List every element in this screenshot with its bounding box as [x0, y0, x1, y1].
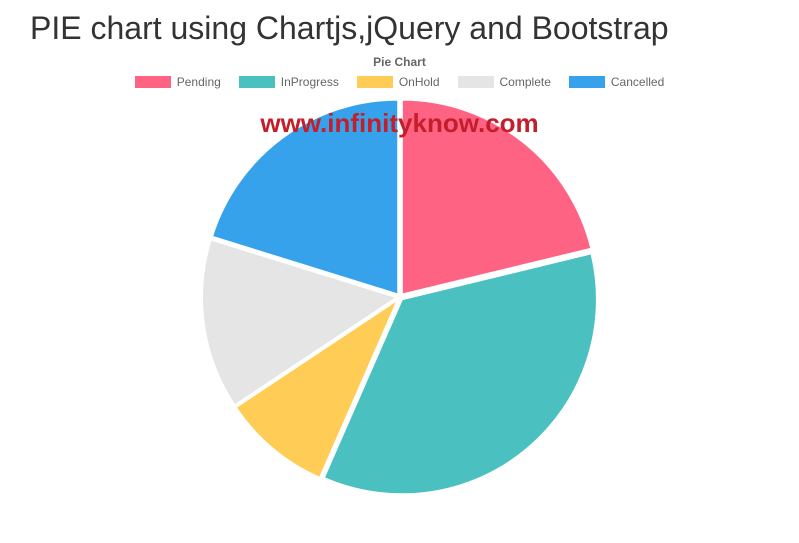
legend-swatch: [239, 76, 275, 88]
pie-chart: [200, 97, 600, 497]
legend-item-onhold[interactable]: OnHold: [357, 75, 440, 89]
chart-container: [0, 97, 799, 497]
legend-label: OnHold: [399, 75, 440, 89]
legend-label: InProgress: [281, 75, 339, 89]
legend-label: Pending: [177, 75, 221, 89]
legend-label: Cancelled: [611, 75, 664, 89]
legend-label: Complete: [500, 75, 551, 89]
legend-item-complete[interactable]: Complete: [458, 75, 551, 89]
watermark-text: www.infinityknow.com: [260, 108, 538, 139]
legend-item-pending[interactable]: Pending: [135, 75, 221, 89]
legend-swatch: [135, 76, 171, 88]
page-title: PIE chart using Chartjs,jQuery and Boots…: [30, 10, 799, 47]
legend-swatch: [569, 76, 605, 88]
legend-swatch: [357, 76, 393, 88]
legend-item-cancelled[interactable]: Cancelled: [569, 75, 664, 89]
legend-swatch: [458, 76, 494, 88]
chart-subtitle: Pie Chart: [0, 55, 799, 69]
legend-item-inprogress[interactable]: InProgress: [239, 75, 339, 89]
chart-legend: Pending InProgress OnHold Complete Cancelled: [0, 75, 799, 89]
